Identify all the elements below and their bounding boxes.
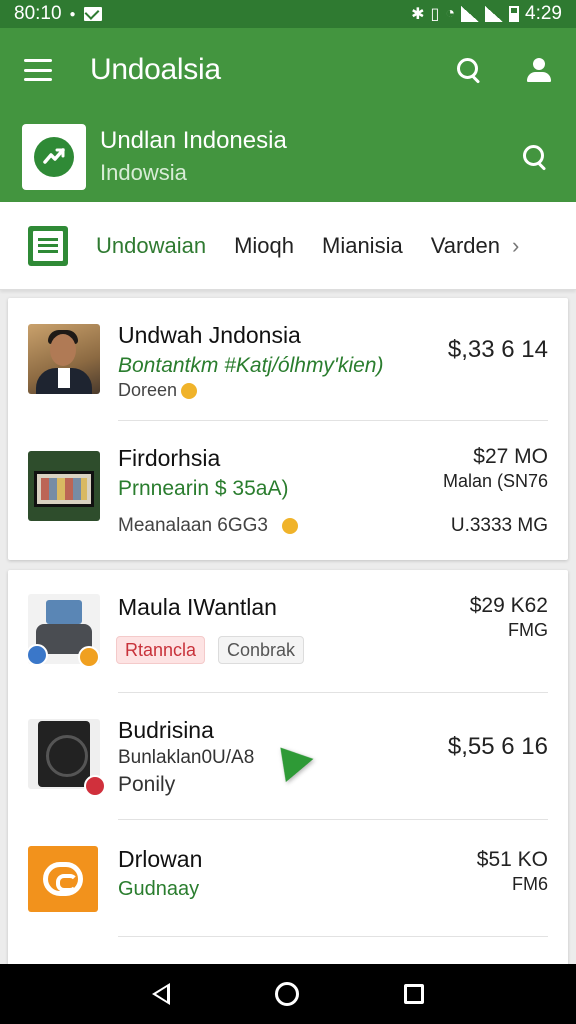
- list-item[interactable]: Undwah Jndonsia Bontantkm #Katj/ólhmy'ki…: [8, 298, 568, 420]
- sub-header-title: Undlan Indonesia: [100, 127, 287, 155]
- item-subtitle: Gudnaay: [118, 878, 200, 900]
- status-chip-gray[interactable]: Conbrak: [218, 636, 305, 664]
- app-title: Undoalsia: [90, 53, 221, 86]
- list-item[interactable]: Firdorhsia Prnnearin $ 35aA) Meanalaan 6…: [8, 421, 568, 560]
- orange-badge-icon: [78, 646, 100, 668]
- signal-icon: [461, 6, 480, 22]
- document-icon[interactable]: [28, 225, 68, 266]
- blue-badge-icon: [26, 644, 48, 666]
- item-price: $,55 6 16: [447, 733, 548, 760]
- item-price-sub2: U.3333 MG: [450, 515, 548, 536]
- search-icon-secondary[interactable]: [522, 144, 548, 170]
- app-logo-icon: [43, 862, 83, 896]
- item-price-sub: FM6: [512, 874, 548, 894]
- status-dot-icon: ●: [69, 8, 76, 20]
- vibrate-icon: ▯: [430, 6, 440, 23]
- list-item[interactable]: Maula IWantlan Rtanncla Conbrak $29 K62 …: [8, 570, 568, 692]
- divider: [118, 936, 548, 937]
- item-thumbnail: [28, 451, 100, 521]
- search-icon[interactable]: [456, 57, 482, 83]
- home-icon[interactable]: [274, 982, 299, 1006]
- item-subtitle: Bontantkm #Katj/ólhmy'kien): [118, 354, 384, 377]
- signal-icon-2: [485, 6, 504, 22]
- item-title: Maula IWantlan: [118, 594, 277, 620]
- item-title: Budrisina: [118, 717, 214, 743]
- item-meta: Doreen: [118, 380, 198, 401]
- chevron-right-icon[interactable]: ›: [512, 233, 519, 259]
- account-icon[interactable]: [526, 57, 552, 83]
- status-bar: 80:10 ● ✱ ▯ ◔ 4:29: [0, 0, 576, 28]
- item-price: $29 K62: [469, 594, 548, 617]
- item-price: $27 MO: [473, 445, 548, 468]
- tab-varden[interactable]: Varden: [431, 233, 500, 259]
- item-price-sub: Malan (SN76: [442, 471, 548, 491]
- app-bar: Undoalsia: [0, 28, 576, 112]
- sub-header: Undlan Indonesia Indowsia: [0, 112, 576, 202]
- back-icon[interactable]: [152, 983, 171, 1005]
- trend-icon: [34, 137, 74, 177]
- status-time-right: 4:29: [525, 3, 562, 24]
- red-badge-icon: [84, 775, 106, 797]
- item-price: $51 KO: [476, 848, 548, 871]
- listing-card-1: Undwah Jndonsia Bontantkm #Katj/ólhmy'ki…: [8, 298, 568, 560]
- item-thumbnail: [28, 846, 98, 912]
- item-price-sub: FMG: [508, 620, 548, 640]
- tab-undowaian[interactable]: Undowaian: [96, 233, 206, 259]
- status-time-left: 80:10: [14, 3, 62, 24]
- wifi-icon: ◔: [445, 5, 456, 22]
- item-title: Firdorhsia: [118, 445, 221, 471]
- coin-icon: [282, 517, 298, 534]
- list-item[interactable]: Drlowan Gudnaay $51 KO FM6: [8, 820, 568, 936]
- item-thumbnail: [28, 324, 100, 394]
- coin-icon: [181, 383, 198, 400]
- item-subtitle: Bunlaklan0U/A8: [118, 747, 255, 768]
- sub-header-subtitle: Indowsia: [100, 160, 187, 186]
- item-price: $,33 6 14: [447, 336, 548, 363]
- item-title: Undwah Jndonsia: [118, 322, 301, 348]
- item-meta: Ponily: [118, 773, 176, 796]
- item-subtitle: Prnnearin $ 35aA): [118, 477, 289, 500]
- brand-logo[interactable]: [22, 124, 86, 190]
- bluetooth-icon: ✱: [411, 6, 425, 23]
- recents-icon[interactable]: [403, 984, 424, 1004]
- tab-mioqh[interactable]: Mioqh: [234, 233, 294, 259]
- battery-icon: [509, 6, 520, 22]
- status-chip-red[interactable]: Rtanncla: [116, 636, 206, 664]
- item-meta: Meanalaan 6GG3: [118, 515, 298, 537]
- menu-icon[interactable]: [24, 59, 52, 81]
- mail-icon: [83, 7, 102, 21]
- category-tabs: Undowaian Mioqh Mianisia Varden ›: [0, 202, 576, 290]
- tab-mianisia[interactable]: Mianisia: [322, 233, 403, 259]
- system-nav-bar: [0, 964, 576, 1024]
- item-title: Drlowan: [118, 846, 203, 872]
